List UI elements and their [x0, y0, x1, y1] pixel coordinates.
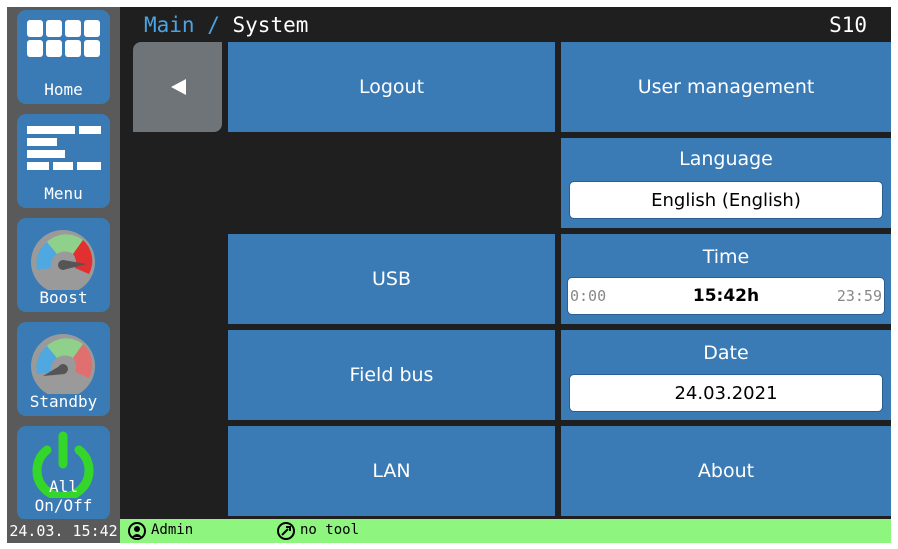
sidebar-item-label: Home	[44, 80, 83, 99]
field-bus-label: Field bus	[349, 364, 434, 386]
language-tile: Language English (English)	[561, 138, 891, 228]
time-tile: Time 0:00 15:42h 23:59	[561, 234, 891, 324]
device-id: S10	[829, 13, 867, 37]
grid-icon	[27, 20, 100, 57]
sidebar: Home Menu Boost Standby All On/Off	[7, 7, 120, 520]
hmi-screen: Home Menu Boost Standby All On/Off Main …	[7, 7, 891, 543]
sidebar-item-menu[interactable]: Menu	[17, 114, 110, 208]
field-bus-button[interactable]: Field bus	[228, 330, 555, 420]
logout-label: Logout	[358, 76, 425, 98]
date-tile: Date 24.03.2021	[561, 330, 891, 420]
usb-label: USB	[371, 268, 411, 290]
tool-icon	[277, 522, 295, 540]
sidebar-item-boost[interactable]: Boost	[17, 218, 110, 312]
header-bar: Main / System S10	[120, 7, 891, 41]
logout-button[interactable]: Logout	[228, 42, 555, 132]
sidebar-item-label: Standby	[29, 392, 98, 411]
breadcrumb-main-link[interactable]: Main	[144, 13, 195, 37]
user-icon	[128, 522, 146, 540]
status-clock: 24.03. 15:42	[7, 519, 120, 543]
language-label: Language	[679, 148, 773, 170]
sidebar-item-all-on-off[interactable]: All On/Off	[17, 426, 110, 520]
breadcrumb-current: System	[232, 13, 309, 37]
sidebar-item-label: Boost	[39, 288, 88, 307]
sidebar-item-home[interactable]: Home	[17, 10, 110, 104]
status-tool: no tool	[300, 522, 360, 538]
menu-bars-icon	[27, 126, 101, 170]
sidebar-item-standby[interactable]: Standby	[17, 322, 110, 416]
date-label: Date	[703, 342, 749, 364]
status-bar: 24.03. 15:42 Admin no tool	[7, 519, 891, 543]
boost-gauge-icon	[31, 230, 95, 290]
about-button[interactable]: About	[561, 426, 891, 516]
breadcrumb-separator: /	[194, 13, 233, 37]
sidebar-item-label: Menu	[44, 184, 83, 203]
usb-button[interactable]: USB	[228, 234, 555, 324]
language-select[interactable]: English (English)	[569, 181, 883, 219]
lan-label: LAN	[372, 460, 411, 482]
back-button[interactable]	[133, 42, 222, 132]
time-label: Time	[702, 246, 750, 268]
back-arrow-icon	[171, 79, 186, 95]
status-user: Admin	[151, 522, 194, 538]
time-max: 23:59	[836, 287, 882, 305]
user-management-label: User management	[637, 76, 815, 98]
breadcrumb: Main / System	[144, 13, 308, 37]
date-field[interactable]: 24.03.2021	[569, 374, 883, 412]
standby-gauge-icon	[31, 334, 95, 394]
user-management-button[interactable]: User management	[561, 42, 891, 132]
sidebar-item-label: All On/Off	[34, 477, 93, 515]
about-label: About	[697, 460, 755, 482]
time-slider[interactable]: 0:00 15:42h 23:59	[567, 277, 885, 315]
lan-button[interactable]: LAN	[228, 426, 555, 516]
